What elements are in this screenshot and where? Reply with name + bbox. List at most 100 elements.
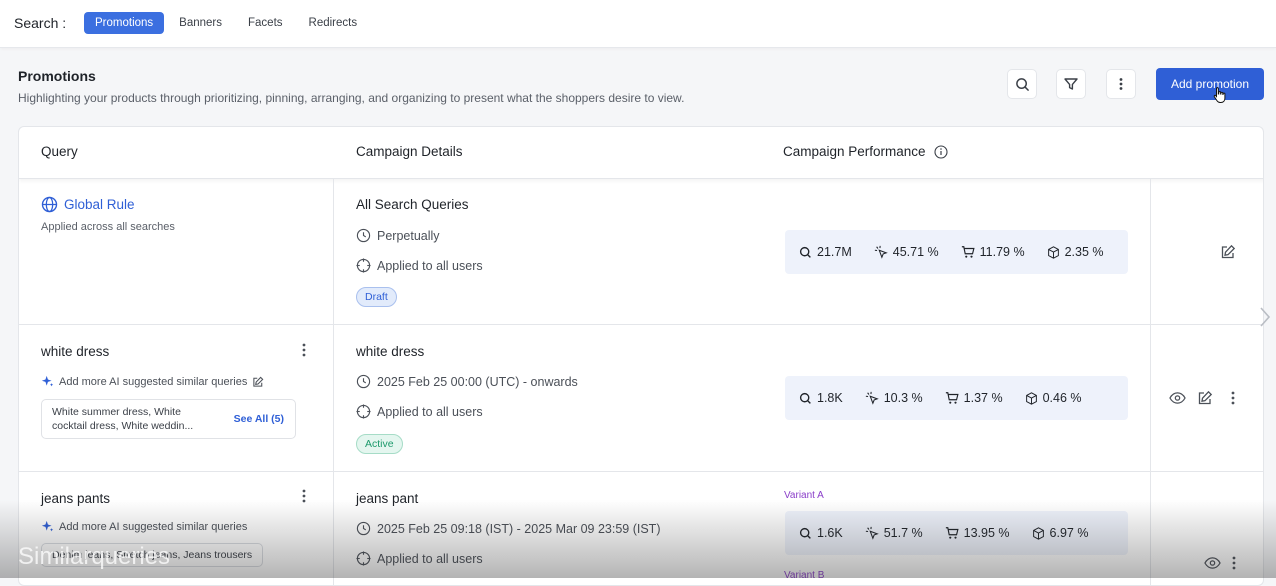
metric-value: 51.7 %	[884, 526, 923, 540]
audience-text: Applied to all users	[377, 405, 483, 419]
sparkle-icon	[41, 375, 54, 388]
campaign-audience: Applied to all users	[356, 258, 483, 273]
row-divider	[19, 324, 1264, 325]
column-header-query: Query	[41, 144, 78, 159]
metric-value: 1.6K	[817, 526, 843, 540]
campaign-schedule: Perpetually	[356, 228, 440, 243]
metric-value: 2.35 %	[1065, 245, 1104, 259]
campaign-performance-label: Campaign Performance	[783, 144, 926, 159]
clock-icon	[356, 521, 371, 536]
status-badge-active: Active	[356, 434, 403, 454]
campaign-audience: Applied to all users	[356, 404, 483, 419]
metric-conversion: 2.35 %	[1047, 245, 1104, 259]
filter-button[interactable]	[1056, 69, 1086, 99]
performance-metrics: 21.7M 45.71 % 11.79 % 2.35 %	[785, 230, 1128, 274]
more-vertical-icon	[1113, 76, 1129, 92]
edit-icon[interactable]	[1220, 244, 1236, 260]
click-icon	[865, 526, 879, 540]
search-tabs: Promotions Banners Facets Redirects	[84, 12, 368, 34]
tab-promotions[interactable]: Promotions	[84, 12, 164, 34]
add-promotion-button[interactable]: Add promotion	[1156, 68, 1264, 100]
metric-value: 45.71 %	[893, 245, 939, 259]
performance-metrics: 1.6K 51.7 % 13.95 % 6.97 %	[785, 511, 1128, 555]
filter-icon	[1063, 76, 1079, 92]
metric-conversion: 0.46 %	[1025, 391, 1082, 405]
search-button[interactable]	[1007, 69, 1037, 99]
column-header-campaign-performance: Campaign Performance	[783, 144, 948, 159]
more-vertical-icon	[298, 342, 310, 358]
metric-ctr: 10.3 %	[865, 391, 923, 405]
status-badge-draft: Draft	[356, 287, 397, 307]
variant-a-label: Variant A	[784, 490, 824, 501]
click-icon	[865, 391, 879, 405]
variant-b-label: Variant B	[784, 570, 824, 581]
query-title[interactable]: white dress	[41, 344, 109, 359]
more-button[interactable]	[1106, 69, 1136, 99]
ai-suggest-label: Add more AI suggested similar queries	[59, 376, 247, 388]
caption-watermark: Similarqueries	[18, 543, 170, 571]
top-bar: Search : Promotions Banners Facets Redir…	[0, 0, 1276, 48]
box-icon	[1047, 246, 1060, 259]
metric-value: 0.46 %	[1043, 391, 1082, 405]
search-icon	[799, 527, 812, 540]
status-badge: Draft	[356, 287, 397, 307]
page-title: Promotions	[18, 68, 96, 84]
schedule-text: Perpetually	[377, 229, 440, 243]
promotions-table: Query Campaign Details Campaign Performa…	[18, 126, 1264, 586]
box-icon	[1032, 527, 1045, 540]
campaign-title: white dress	[356, 344, 424, 359]
query-link[interactable]: Global Rule	[64, 197, 135, 212]
metric-value: 1.8K	[817, 391, 843, 405]
row-divider	[19, 471, 1264, 472]
row-menu-button[interactable]	[298, 488, 310, 506]
eye-icon[interactable]	[1204, 555, 1221, 571]
campaign-audience: Applied to all users	[356, 551, 483, 566]
more-vertical-icon	[298, 488, 310, 504]
metric-value: 6.97 %	[1050, 526, 1089, 540]
cart-icon	[945, 526, 959, 540]
edit-icon	[252, 376, 264, 388]
metric-searches: 1.6K	[799, 526, 843, 540]
ai-suggest-label: Add more AI suggested similar queries	[59, 521, 247, 533]
target-icon	[356, 551, 371, 566]
target-icon	[356, 404, 371, 419]
query-title[interactable]: jeans pants	[41, 491, 110, 506]
ai-suggest-link[interactable]: Add more AI suggested similar queries	[41, 520, 247, 533]
metric-value: 13.95 %	[964, 526, 1010, 540]
metric-value: 10.3 %	[884, 391, 923, 405]
tab-redirects[interactable]: Redirects	[298, 12, 369, 34]
edit-icon[interactable]	[1197, 390, 1213, 406]
suggested-queries-text: White summer dress, White cocktail dress…	[52, 405, 212, 433]
campaign-schedule: 2025 Feb 25 09:18 (IST) - 2025 Mar 09 23…	[356, 521, 660, 536]
cart-icon	[945, 391, 959, 405]
info-icon[interactable]	[934, 145, 948, 159]
globe-icon	[41, 196, 58, 213]
see-all-link[interactable]: See All (5)	[234, 413, 284, 425]
metric-searches: 21.7M	[799, 245, 852, 259]
click-icon	[874, 245, 888, 259]
eye-icon[interactable]	[1169, 390, 1186, 406]
tab-facets[interactable]: Facets	[237, 12, 294, 34]
schedule-text: 2025 Feb 25 00:00 (UTC) - onwards	[377, 375, 578, 389]
status-badge: Active	[356, 434, 403, 454]
metric-value: 21.7M	[817, 245, 852, 259]
campaign-title: All Search Queries	[356, 197, 469, 212]
row-menu-button[interactable]	[298, 342, 310, 360]
more-vertical-icon[interactable]	[1229, 555, 1239, 571]
metric-searches: 1.8K	[799, 391, 843, 405]
hand-cursor-icon	[1213, 86, 1227, 104]
tab-banners[interactable]: Banners	[168, 12, 233, 34]
chevron-right-icon[interactable]	[1258, 306, 1272, 328]
search-icon	[799, 246, 812, 259]
more-vertical-icon[interactable]	[1228, 390, 1238, 406]
table-row-global-rule-query[interactable]: Global Rule	[41, 196, 135, 213]
metric-value: 11.79 %	[980, 245, 1025, 259]
cart-icon	[961, 245, 975, 259]
ai-suggest-link[interactable]: Add more AI suggested similar queries	[41, 375, 264, 388]
metric-ctr: 45.71 %	[874, 245, 939, 259]
suggested-queries-box: White summer dress, White cocktail dress…	[41, 399, 296, 439]
metric-value: 1.37 %	[964, 391, 1003, 405]
audience-text: Applied to all users	[377, 259, 483, 273]
search-icon	[1015, 77, 1030, 92]
search-label: Search :	[14, 15, 66, 31]
